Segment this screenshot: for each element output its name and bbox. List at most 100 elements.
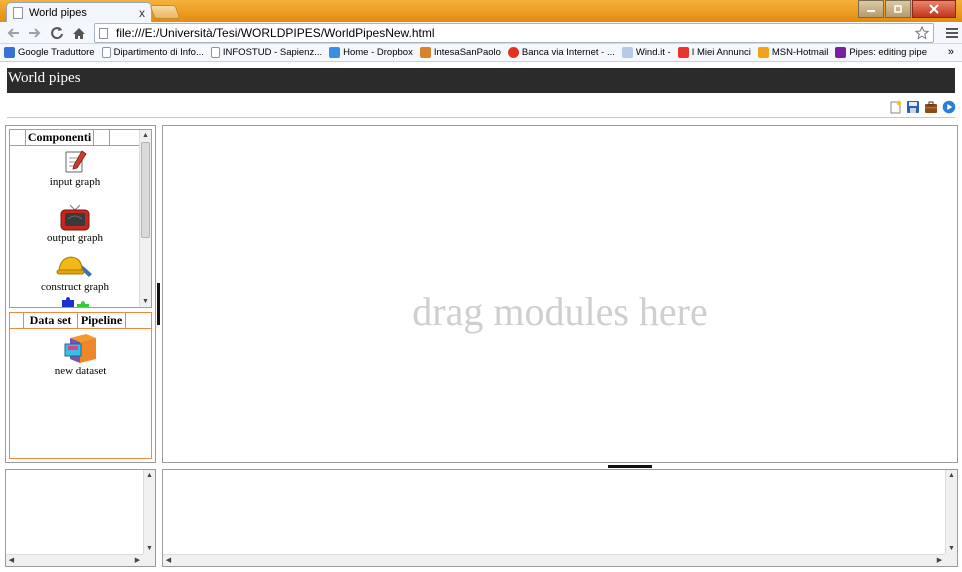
module-input-graph[interactable]: input graph	[10, 149, 139, 188]
chrome-menu-button[interactable]	[946, 25, 958, 41]
module-new-dataset[interactable]: new dataset	[10, 332, 151, 377]
scroll-left-arrow-icon[interactable]: ◀	[163, 555, 174, 566]
scroll-up-arrow-icon[interactable]: ▲	[144, 470, 155, 481]
save-button[interactable]	[906, 100, 920, 114]
bookmark-label: Dipartimento di Info...	[113, 47, 204, 58]
pipe-canvas[interactable]: drag modules here	[162, 125, 958, 463]
new-pipe-button[interactable]	[888, 100, 902, 114]
browser-title-bar: World pipes x	[0, 0, 962, 22]
browser-tab[interactable]: World pipes x	[6, 2, 152, 22]
puzzle-pieces-icon	[62, 297, 89, 307]
reload-button[interactable]	[48, 25, 66, 41]
no-entry-icon	[507, 47, 519, 58]
bookmark-item[interactable]: Wind.it -	[621, 47, 671, 58]
bookmark-item[interactable]: IntesaSanPaolo	[419, 47, 501, 58]
home-icon	[73, 27, 85, 39]
scrollbar-thumb[interactable]	[141, 142, 150, 238]
close-window-button[interactable]	[912, 0, 956, 18]
tv-icon	[60, 204, 90, 231]
bookmark-star-icon[interactable]	[915, 26, 929, 40]
page-icon	[101, 47, 111, 58]
scroll-corner	[945, 554, 957, 566]
home-button[interactable]	[70, 25, 88, 41]
scroll-down-arrow-icon[interactable]: ▼	[144, 543, 155, 554]
header-divider	[7, 117, 955, 118]
vertical-splitter-handle[interactable]	[157, 283, 160, 325]
module-label: construct graph	[40, 281, 110, 293]
bookmark-item[interactable]: MSN-Hotmail	[757, 47, 828, 58]
play-icon	[942, 100, 956, 114]
browser-toolbar: file:///E:/Università/Tesi/WORLDPIPES/Wo…	[0, 22, 962, 44]
bookmark-item[interactable]: Banca via Internet - ...	[507, 47, 615, 58]
bookmark-label: INFOSTUD - Sapienz...	[222, 47, 323, 58]
module-label: output graph	[47, 232, 103, 244]
forward-arrow-icon	[29, 28, 41, 38]
new-tab-button[interactable]	[149, 5, 181, 19]
close-icon	[929, 4, 939, 14]
bottom-right-hscroll[interactable]: ◀ ▶	[163, 554, 945, 566]
scroll-down-arrow-icon[interactable]: ▼	[140, 296, 151, 307]
wind-icon	[621, 47, 633, 58]
module-puzzle[interactable]	[10, 297, 139, 307]
bookmark-item[interactable]: Pipes: editing pipe	[835, 47, 927, 58]
tab-data-set[interactable]: Data set	[24, 313, 78, 328]
bookmarks-overflow-button[interactable]: »	[948, 46, 954, 58]
scroll-left-arrow-icon[interactable]: ◀	[6, 555, 17, 566]
bottom-left-hscroll[interactable]: ◀ ▶	[6, 554, 143, 566]
bookmark-item[interactable]: I Miei Annunci	[677, 47, 751, 58]
notepad-pencil-icon	[65, 150, 87, 173]
page-toolbar	[884, 100, 956, 114]
reload-icon	[51, 27, 63, 40]
forward-button[interactable]	[26, 25, 44, 41]
bottom-left-vscroll[interactable]: ▲ ▼	[143, 470, 155, 554]
ebay-icon	[677, 47, 689, 58]
app-title-bar: World pipes	[7, 68, 955, 93]
components-list: input graph output graph construct graph	[10, 147, 139, 307]
app-title: World pipes	[8, 70, 81, 86]
restore-icon	[894, 4, 902, 13]
google-translate-icon	[4, 47, 15, 58]
tab-pipeline[interactable]: Pipeline	[78, 313, 126, 328]
dataset-tab-row: Data set Pipeline	[10, 313, 151, 329]
address-bar[interactable]: file:///E:/Università/Tesi/WORLDPIPES/Wo…	[94, 23, 934, 43]
bottom-right-pane: ▲ ▼ ◀ ▶	[162, 469, 958, 567]
scroll-down-arrow-icon[interactable]: ▼	[946, 543, 957, 554]
run-button[interactable]	[942, 100, 956, 114]
hard-hat-icon	[56, 256, 92, 277]
url-text[interactable]: file:///E:/Università/Tesi/WORLDPIPES/Wo…	[116, 26, 915, 40]
tab-spacer	[94, 130, 110, 145]
components-panel: Componenti input graph output graph cons…	[5, 125, 156, 463]
scroll-up-arrow-icon[interactable]: ▲	[946, 470, 957, 481]
window-controls	[857, 0, 956, 18]
scroll-right-arrow-icon[interactable]: ▶	[934, 555, 945, 566]
menu-icon	[946, 28, 958, 38]
bookmark-item[interactable]: INFOSTUD - Sapienz...	[210, 47, 323, 58]
components-scrollbar[interactable]: ▲ ▼	[139, 130, 151, 307]
tab-close-icon[interactable]: x	[139, 6, 145, 20]
bookmark-label: IntesaSanPaolo	[433, 47, 501, 58]
floppy-disk-icon	[907, 101, 919, 113]
scroll-right-arrow-icon[interactable]: ▶	[132, 555, 143, 566]
module-output-graph[interactable]: output graph	[10, 203, 139, 244]
bookmark-label: Wind.it -	[635, 47, 671, 58]
briefcase-icon	[925, 101, 937, 113]
tab-spacer	[10, 130, 26, 145]
tab-spacer	[10, 313, 24, 328]
module-construct-graph[interactable]: construct graph	[10, 254, 139, 293]
minimize-button[interactable]	[858, 0, 884, 18]
scroll-up-arrow-icon[interactable]: ▲	[140, 130, 151, 141]
yahoo-icon	[835, 47, 847, 58]
back-arrow-icon	[7, 28, 19, 38]
bottom-right-vscroll[interactable]: ▲ ▼	[945, 470, 957, 554]
restore-button[interactable]	[885, 0, 911, 18]
bookmark-item[interactable]: Google Traduttore	[4, 47, 95, 58]
bookmark-label: Pipes: editing pipe	[849, 47, 927, 58]
back-button[interactable]	[4, 25, 22, 41]
toolbox-button[interactable]	[924, 100, 938, 114]
tab-title: World pipes	[29, 6, 87, 19]
bookmark-item[interactable]: Home - Dropbox	[329, 47, 413, 58]
tab-componenti[interactable]: Componenti	[26, 130, 94, 145]
bookmark-item[interactable]: Dipartimento di Info...	[101, 47, 204, 58]
horizontal-splitter-handle[interactable]	[608, 465, 652, 468]
module-label: new dataset	[54, 365, 107, 377]
